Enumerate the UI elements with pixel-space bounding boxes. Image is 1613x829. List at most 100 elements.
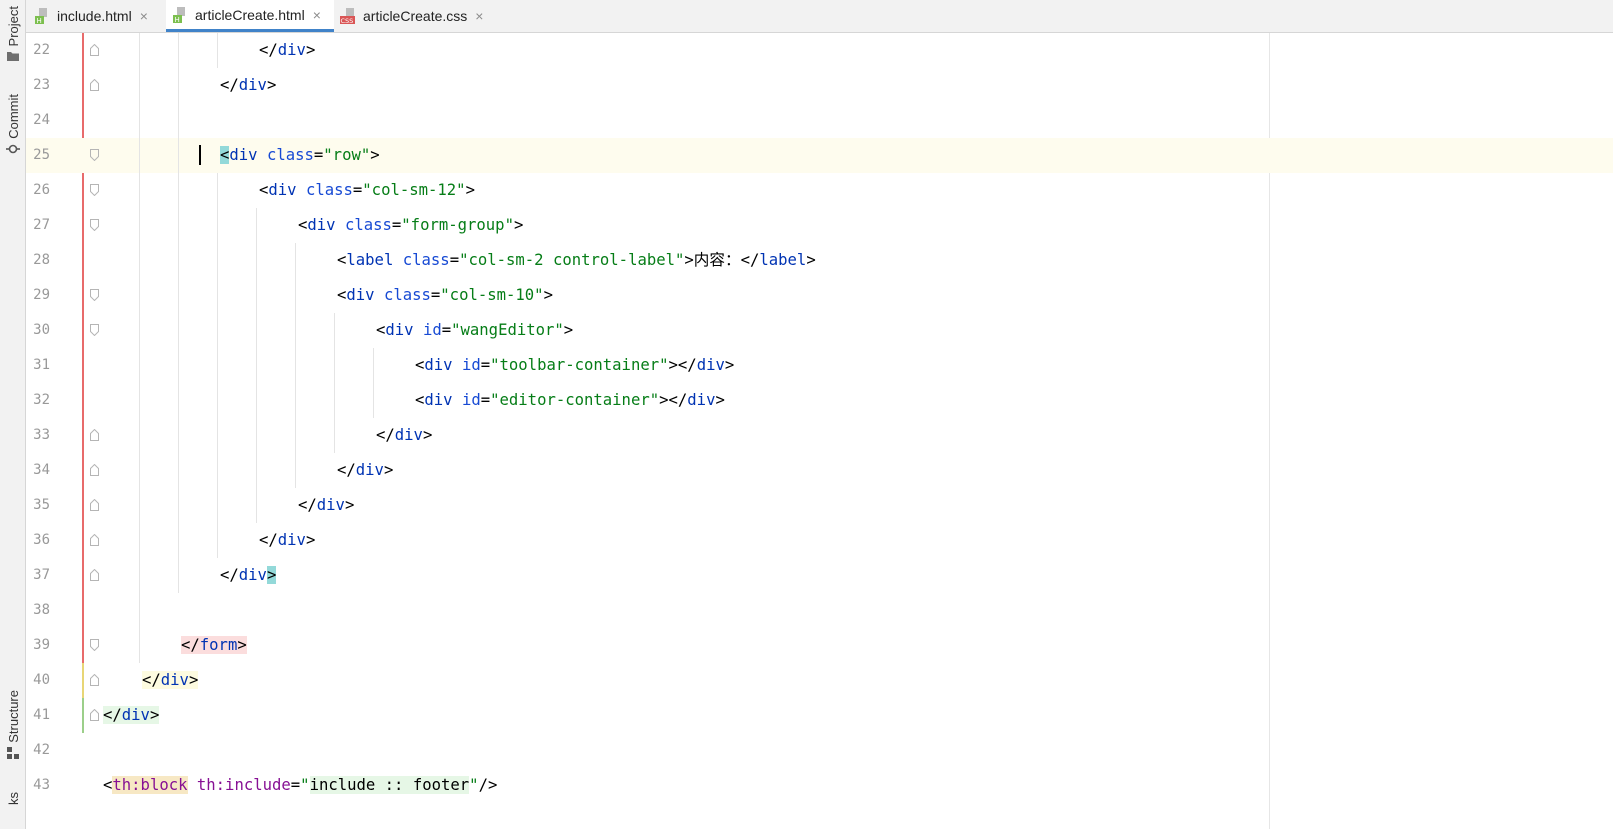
code-line[interactable]: 34 </div> (26, 453, 1613, 488)
code-text: </div> (376, 418, 432, 453)
code-line[interactable]: 31 <div id="toolbar-container"></div> (26, 348, 1613, 383)
code-line[interactable]: 41 </div> (26, 698, 1613, 733)
code-line[interactable]: 25 <div class="row"> (26, 138, 1613, 173)
line-number[interactable]: 37 (26, 558, 50, 593)
html-file-icon: H (172, 6, 190, 24)
tool-window-strip: Project Commit Structure ks (0, 0, 26, 829)
code-line[interactable]: 40 </div> (26, 663, 1613, 698)
line-number[interactable]: 31 (26, 348, 50, 383)
code-token: div (268, 181, 297, 199)
code-line[interactable]: 26 <div class="col-sm-12"> (26, 173, 1613, 208)
fold-marker-icon[interactable] (90, 709, 99, 721)
tab-include-html[interactable]: H include.html × (34, 0, 164, 32)
code-line[interactable]: 29 <div class="col-sm-10"> (26, 278, 1613, 313)
code-line[interactable]: 42 (26, 733, 1613, 768)
fold-marker-icon[interactable] (90, 184, 99, 196)
line-number[interactable]: 22 (26, 33, 50, 68)
line-number[interactable]: 23 (26, 68, 50, 103)
code-line[interactable]: 24 (26, 103, 1613, 138)
tab-articlecreate-css[interactable]: CSS articleCreate.css × (340, 0, 490, 32)
code-line[interactable]: 32 <div id="editor-container"></div> (26, 383, 1613, 418)
line-number[interactable]: 26 (26, 173, 50, 208)
fold-marker-icon[interactable] (90, 79, 99, 91)
code-token: th:include (187, 776, 291, 794)
code-token: "editor-container" (490, 391, 660, 409)
code-token: include :: footer (309, 776, 470, 794)
text-caret (199, 145, 201, 165)
structure-icon (7, 746, 19, 759)
commit-tool-button[interactable]: Commit (0, 94, 26, 156)
code-token: </ (337, 461, 356, 479)
code-line[interactable]: 22 </div> (26, 33, 1613, 68)
close-icon[interactable]: × (140, 8, 148, 24)
code-token: div (355, 461, 384, 479)
svg-text:H: H (175, 16, 180, 24)
fold-marker-icon[interactable] (90, 149, 99, 161)
commit-icon (6, 144, 20, 154)
code-token: < (337, 251, 347, 269)
line-number[interactable]: 38 (26, 593, 50, 628)
structure-tool-button[interactable]: Structure (0, 690, 26, 760)
close-icon[interactable]: × (313, 7, 321, 23)
fold-marker-icon[interactable] (90, 429, 99, 441)
code-line[interactable]: 27 <div class="form-group"> (26, 208, 1613, 243)
code-token: > (684, 251, 694, 269)
code-line[interactable]: 35 </div> (26, 488, 1613, 523)
line-number[interactable]: 40 (26, 663, 50, 698)
line-number[interactable]: 33 (26, 418, 50, 453)
bookmarks-tool-label: ks (5, 792, 21, 805)
line-number[interactable]: 41 (26, 698, 50, 733)
code-text: <div id="wangEditor"> (376, 313, 573, 348)
bookmarks-tool-button[interactable]: ks (0, 792, 26, 805)
code-editor[interactable]: 22 </div> 23 </div> 24 25 <div class="row"> 26 <… (26, 33, 1613, 829)
fold-marker-icon[interactable] (90, 44, 99, 56)
code-token: form (199, 636, 238, 654)
code-token: = (430, 286, 441, 304)
line-number[interactable]: 36 (26, 523, 50, 558)
code-token: </ (181, 636, 200, 654)
tab-articlecreate-html[interactable]: H articleCreate.html × (166, 0, 334, 32)
fold-marker-icon[interactable] (90, 289, 99, 301)
line-number[interactable]: 34 (26, 453, 50, 488)
fold-marker-icon[interactable] (90, 324, 99, 336)
code-line[interactable]: 43 <th:block th:include="include :: foote… (26, 768, 1613, 803)
line-number[interactable]: 25 (26, 138, 50, 173)
code-token: > (266, 566, 277, 584)
fold-marker-icon[interactable] (90, 569, 99, 581)
fold-marker-icon[interactable] (90, 499, 99, 511)
project-tool-label: Project (5, 6, 21, 47)
fold-marker-icon[interactable] (90, 674, 99, 686)
code-token: label (346, 251, 394, 269)
line-number[interactable]: 35 (26, 488, 50, 523)
code-line[interactable]: 28 <label class="col-sm-2 control-label">… (26, 243, 1613, 278)
code-line[interactable]: 30 <div id="wangEditor"> (26, 313, 1613, 348)
fold-marker-icon[interactable] (90, 219, 99, 231)
close-icon[interactable]: × (475, 8, 483, 24)
code-token: div (229, 146, 258, 164)
code-line[interactable]: 39 </form> (26, 628, 1613, 663)
line-number[interactable]: 43 (26, 768, 50, 803)
fold-marker-icon[interactable] (90, 534, 99, 546)
code-token: div (696, 356, 725, 374)
line-number[interactable]: 28 (26, 243, 50, 278)
line-number[interactable]: 42 (26, 733, 50, 768)
line-number[interactable]: 30 (26, 313, 50, 348)
code-text: <div class="row"> (220, 138, 380, 173)
fold-marker-icon[interactable] (90, 464, 99, 476)
code-line[interactable]: 38 (26, 593, 1613, 628)
project-tool-button[interactable]: Project (0, 6, 26, 62)
code-line[interactable]: 37 </div> (26, 558, 1613, 593)
code-token: "toolbar-container" (490, 356, 669, 374)
code-line[interactable]: 33 </div> (26, 418, 1613, 453)
line-number[interactable]: 29 (26, 278, 50, 313)
line-number[interactable]: 32 (26, 383, 50, 418)
code-line[interactable]: 23 </div> (26, 68, 1613, 103)
line-number[interactable]: 24 (26, 103, 50, 138)
line-number[interactable]: 39 (26, 628, 50, 663)
fold-marker-icon[interactable] (90, 639, 99, 651)
code-text: <div id="editor-container"></div> (415, 383, 725, 418)
indent-guide (139, 33, 140, 663)
code-line[interactable]: 36 </div> (26, 523, 1613, 558)
line-number[interactable]: 27 (26, 208, 50, 243)
code-token: < (259, 181, 269, 199)
